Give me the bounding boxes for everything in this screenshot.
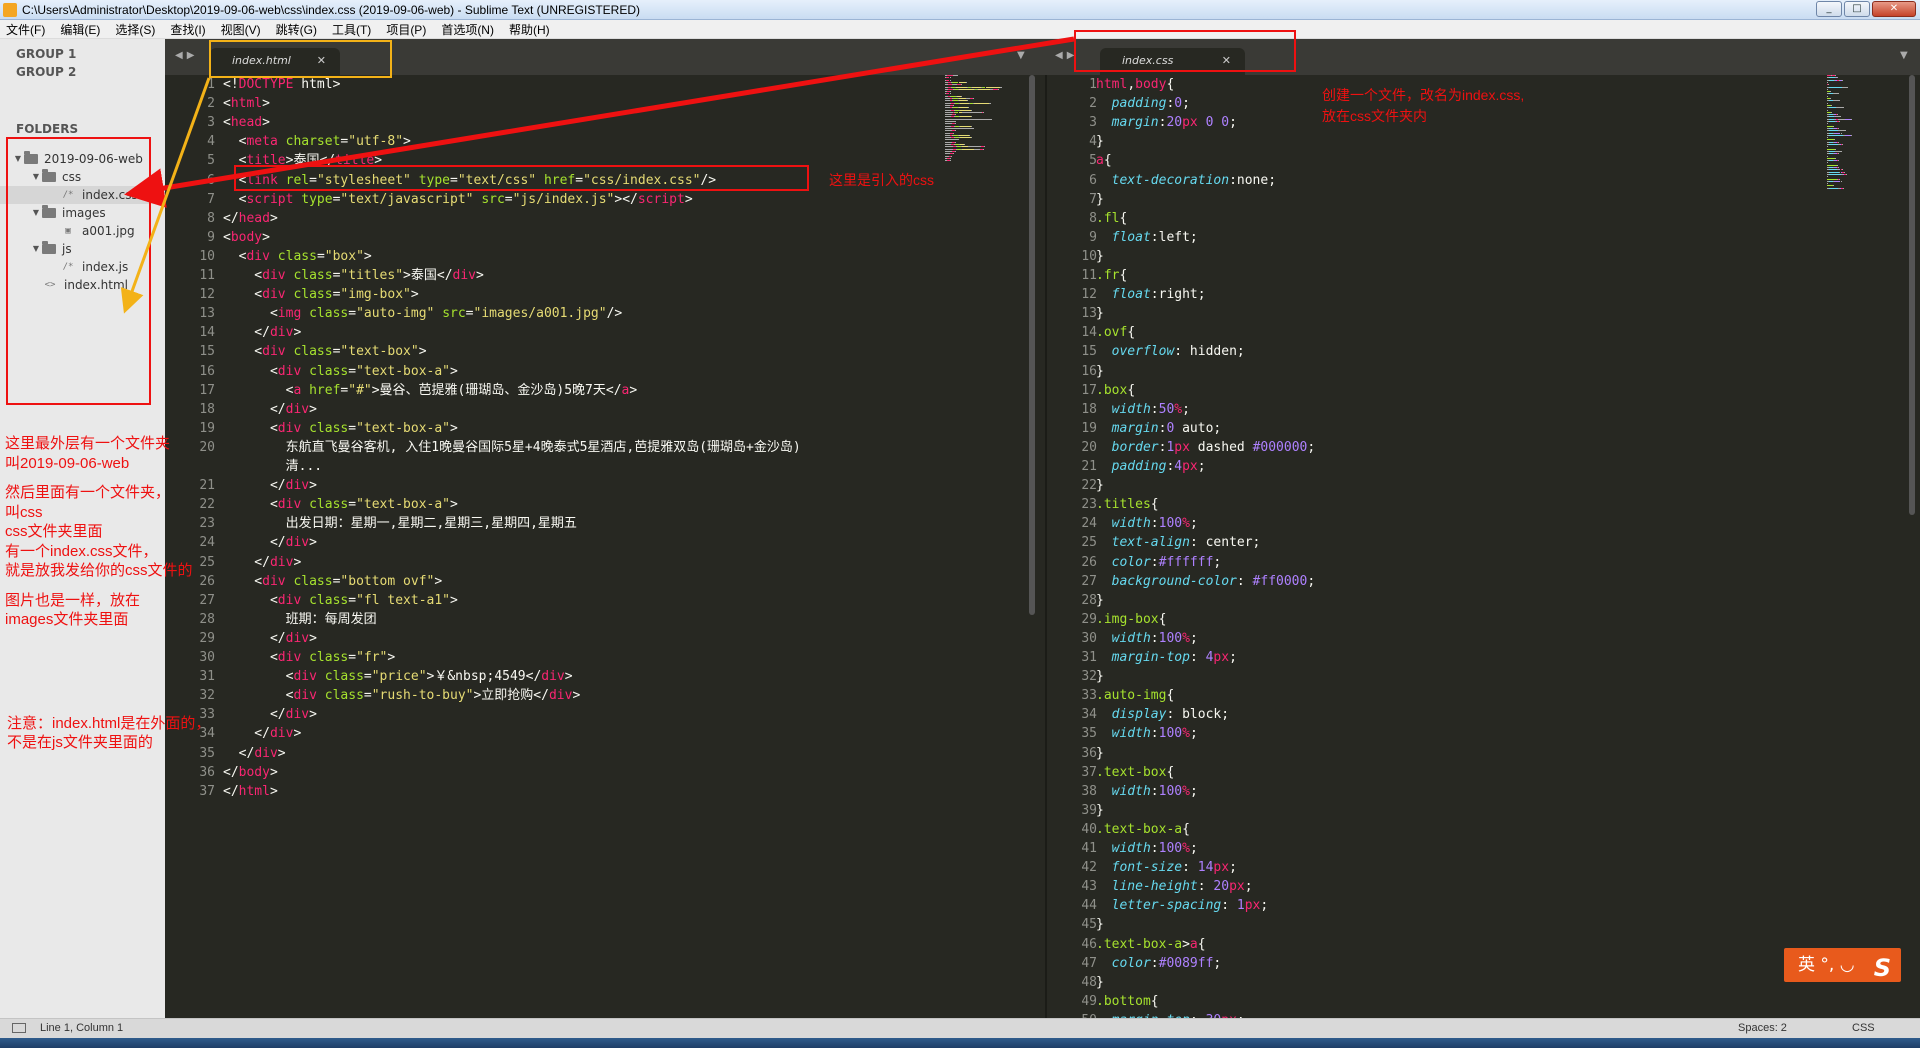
cursor-position: Line 1, Column 1 — [40, 1022, 124, 1034]
ime-toolbar[interactable]: 英 °, ◡ S — [1784, 948, 1901, 982]
sogou-logo-icon: S — [1873, 954, 1891, 982]
console-toggle-icon[interactable] — [12, 1023, 26, 1033]
ime-status: 英 °, ◡ — [1798, 955, 1855, 975]
css-arrow — [124, 36, 1075, 208]
annotation-arrows — [120, 36, 1075, 314]
syntax-setting[interactable]: CSS — [1852, 1022, 1875, 1034]
windows-taskbar — [0, 1038, 1920, 1048]
sublime-window: C:\Users\Administrator\Desktop\2019-09-0… — [0, 0, 1920, 1048]
status-bar: Line 1, Column 1 Spaces: 2 CSS — [0, 1018, 1920, 1038]
indentation-setting[interactable]: Spaces: 2 — [1738, 1022, 1787, 1034]
